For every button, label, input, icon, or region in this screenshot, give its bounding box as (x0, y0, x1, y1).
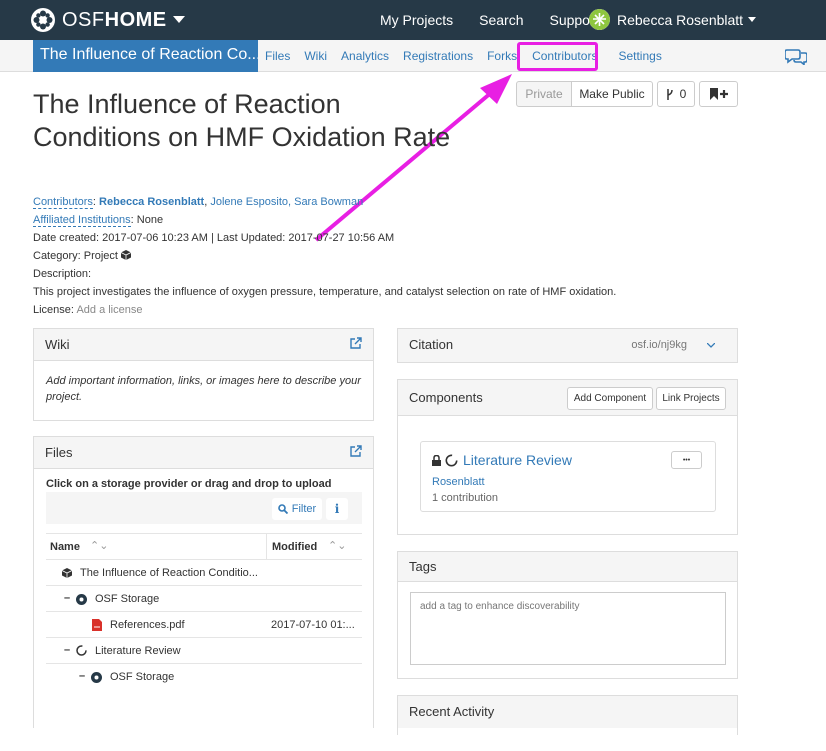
external-link-icon[interactable] (350, 445, 362, 457)
sort-arrows-icon[interactable]: ⌃⌄ (90, 539, 108, 552)
wiki-title: Wiki (45, 337, 70, 352)
wiki-placeholder[interactable]: Add important information, links, or ima… (34, 361, 373, 417)
search-icon (277, 504, 288, 514)
files-header: Files (34, 437, 373, 469)
file-name: References.pdf (110, 619, 185, 631)
bookmark-add-icon (709, 88, 728, 100)
osf-storage-icon (91, 672, 102, 683)
make-public-label: Make Public (579, 87, 645, 101)
dates-line: Date created: 2017-07-06 10:23 AM | Last… (33, 232, 395, 244)
collapse-icon[interactable]: – (64, 592, 70, 604)
recent-activity-header: Recent Activity (398, 696, 737, 728)
license-label: License: (33, 304, 74, 316)
component-icon (445, 454, 458, 467)
citation-header[interactable]: Citation osf.io/nj9kg (398, 329, 737, 362)
lock-icon (432, 455, 441, 466)
citation-panel: Citation osf.io/nj9kg (397, 328, 738, 363)
contributor-main[interactable]: Rebecca Rosenblatt (99, 196, 204, 208)
sort-arrows-icon[interactable]: ⌃⌄ (328, 539, 346, 552)
files-toolbar: Filter i (46, 492, 362, 524)
link-projects-label: Link Projects (662, 393, 720, 404)
fork-count: 0 (679, 87, 687, 101)
component-contributions: 1 contribution (432, 492, 499, 504)
external-link-icon[interactable] (350, 337, 362, 349)
component-author-link[interactable]: Rosenblatt (432, 476, 485, 488)
info-button[interactable]: i (326, 498, 348, 520)
filter-button[interactable]: Filter (272, 498, 322, 520)
add-component-button[interactable]: Add Component (567, 387, 653, 410)
citation-title: Citation (409, 337, 454, 352)
components-title: Components (409, 390, 483, 405)
add-component-label: Add Component (573, 393, 647, 404)
files-panel: Files Click on a storage provider or dra… (33, 436, 374, 728)
affiliated-line: Affiliated Institutions: None (33, 214, 164, 227)
files-table: Name ⌃⌄ Modified ⌃⌄ The Influence of Rea… (46, 533, 362, 690)
cube-icon (120, 250, 132, 260)
tag-input[interactable]: add a tag to enhance discoverability (410, 592, 726, 665)
private-label: Private (525, 87, 563, 101)
tags-title: Tags (409, 559, 437, 574)
chevron-down-icon[interactable] (707, 343, 715, 348)
make-public-button[interactable]: Make Public (571, 81, 653, 107)
files-instruction: Click on a storage provider or drag and … (46, 478, 332, 490)
file-name: Literature Review (95, 645, 181, 657)
recent-activity-panel: Recent Activity (397, 695, 738, 735)
col-name[interactable]: Name (50, 541, 80, 553)
collapse-icon[interactable]: – (64, 644, 70, 656)
wiki-panel: Wiki Add important information, links, o… (33, 328, 374, 421)
table-row[interactable]: – Literature Review (46, 638, 362, 664)
fork-icon (666, 88, 673, 100)
contributors-label[interactable]: Contributors (33, 196, 93, 209)
pdf-file-icon (92, 619, 102, 631)
wiki-header: Wiki (34, 329, 373, 361)
tags-header: Tags (398, 552, 737, 582)
filter-label: Filter (291, 503, 317, 515)
component-card: Literature Review Rosenblatt 1 contribut… (420, 441, 716, 512)
table-row[interactable]: The Influence of Reaction Conditio... (46, 560, 362, 586)
category-text: Category: Project (33, 250, 118, 262)
contributors-rest[interactable]: Jolene Esposito, Sara Bowman (210, 196, 363, 208)
category-line: Category: Project (33, 250, 132, 262)
components-panel: Components Add Component Link Projects L… (397, 379, 738, 535)
affiliated-value: None (136, 214, 164, 226)
file-name: OSF Storage (95, 593, 160, 605)
component-icon (76, 645, 87, 656)
license-line: License: Add a license (33, 304, 142, 316)
files-title: Files (45, 445, 73, 460)
link-projects-button[interactable]: Link Projects (656, 387, 726, 410)
add-license-link[interactable]: Add a license (76, 304, 142, 316)
description-text: This project investigates the influence … (33, 286, 617, 298)
osf-storage-icon (76, 594, 87, 605)
file-name: OSF Storage (110, 671, 175, 683)
citation-url: osf.io/nj9kg (631, 339, 687, 351)
table-row[interactable]: – OSF Storage (46, 664, 362, 690)
collapse-icon[interactable]: – (79, 670, 85, 682)
table-row[interactable]: – OSF Storage (46, 586, 362, 612)
component-menu-button[interactable]: ••• (671, 451, 702, 469)
component-title-link[interactable]: Literature Review (463, 452, 572, 468)
contributors-line: Contributors: Rebecca Rosenblatt, Jolene… (33, 196, 364, 209)
tags-panel: Tags add a tag to enhance discoverabilit… (397, 551, 738, 679)
file-name: The Influence of Reaction Conditio... (80, 567, 258, 579)
bookmark-button[interactable] (699, 81, 738, 107)
description-label: Description: (33, 268, 92, 280)
files-table-header: Name ⌃⌄ Modified ⌃⌄ (46, 534, 362, 560)
col-modified[interactable]: Modified (272, 541, 317, 553)
affiliated-label[interactable]: Affiliated Institutions (33, 214, 131, 227)
table-row[interactable]: References.pdf 2017-07-10 01:... (46, 612, 362, 638)
private-button[interactable]: Private (516, 81, 572, 107)
file-modified: 2017-07-10 01:... (271, 619, 355, 631)
cube-icon (62, 568, 72, 578)
page-title: The Influence of Reaction Conditions on … (33, 89, 451, 152)
ellipsis-icon: ••• (682, 456, 691, 464)
recent-activity-title: Recent Activity (409, 704, 495, 719)
fork-button[interactable]: 0 (657, 81, 695, 107)
